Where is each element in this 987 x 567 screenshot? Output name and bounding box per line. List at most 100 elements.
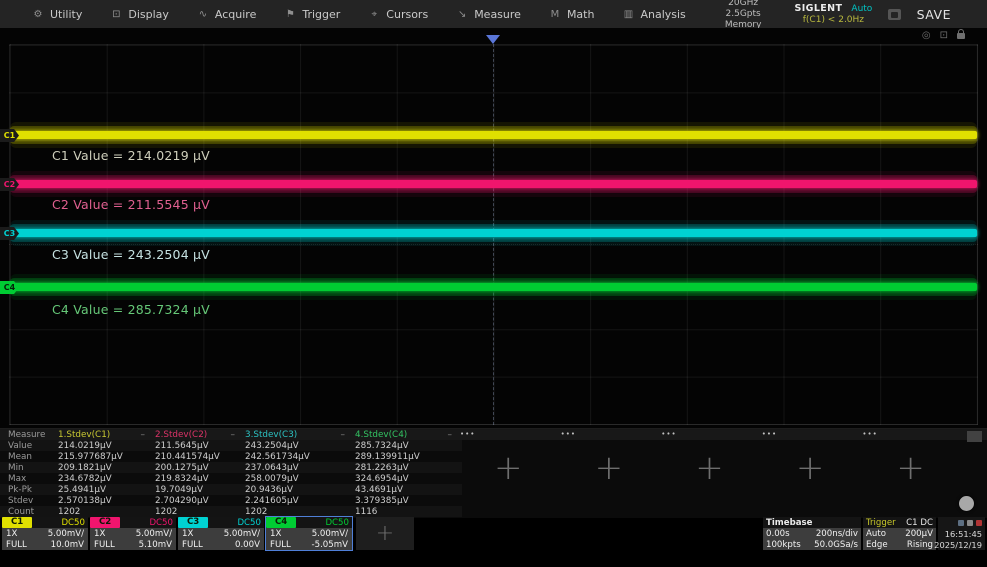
measure-slot-9: ••• + xyxy=(860,429,961,514)
measure-pkpk-row: Pk-Pk 25.4941μV 19.7049μV 20.9436μV 43.4… xyxy=(0,484,462,495)
add-measurement-button[interactable]: + xyxy=(695,453,724,483)
waveform-display[interactable]: ◎ ⊡ C1 C1 Value = 214.0219 μV C2 C2 Valu… xyxy=(0,28,987,428)
measure-max-row: Max 234.6782μV 219.8324μV 258.0079μV 324… xyxy=(0,473,462,484)
add-channel-button[interactable]: + xyxy=(356,517,414,550)
status-icons xyxy=(938,517,985,528)
measure-col3-header: 3.Stdev(C3) – xyxy=(245,430,355,440)
trigger-type: Edge xyxy=(866,540,888,550)
menu-label: Utility xyxy=(50,8,82,21)
measure-collapse-button[interactable]: – xyxy=(341,430,346,440)
add-measurement-button[interactable]: + xyxy=(494,453,523,483)
frequency-counter: f(C1) < 2.0Hz xyxy=(794,15,872,26)
usb-icon xyxy=(967,520,973,526)
coupling-readout: DC50 xyxy=(237,518,264,528)
trigger-slope: Rising xyxy=(907,540,933,550)
menu-bar: ⚙ Utility ⊡ Display ∿ Acquire ⚑ Trigger … xyxy=(0,0,987,29)
datetime-box: 16:51:45 2025/12/19 xyxy=(938,517,985,550)
analysis-icon: ▥ xyxy=(622,9,634,20)
menu-item-measure[interactable]: ↘ Measure xyxy=(450,8,543,21)
trace-c3[interactable] xyxy=(10,229,977,237)
trace-c2[interactable] xyxy=(10,180,977,188)
coupling-readout: DC50 xyxy=(325,518,352,528)
menu-item-trigger[interactable]: ⚑ Trigger xyxy=(278,8,362,21)
measure-collapse-button[interactable]: – xyxy=(231,430,236,440)
trace-c1[interactable] xyxy=(10,131,977,139)
measure-slot-6: ••• + xyxy=(559,429,660,514)
timebase-box[interactable]: Timebase 0.00s200ns/div 100kpts50.0GSa/s xyxy=(763,517,861,550)
menu-item-utility[interactable]: ⚙ Utility xyxy=(26,8,104,21)
trigger-box[interactable]: TriggerC1 DC Auto200μV EdgeRising xyxy=(863,517,936,550)
trace-c4[interactable] xyxy=(10,283,977,291)
menu-item-acquire[interactable]: ∿ Acquire xyxy=(191,8,278,21)
measure-panel-more-button[interactable] xyxy=(959,496,974,511)
lan-icon xyxy=(958,520,964,526)
timebase-scale: 200ns/div xyxy=(816,529,858,539)
trigger-position-indicator[interactable] xyxy=(486,35,500,44)
bandwidth-readout: 20GHz xyxy=(708,0,779,9)
acquire-wave-icon: ∿ xyxy=(197,9,209,20)
trigger-flag-icon: ⚑ xyxy=(284,9,296,20)
measure-header-row: Measure 1.Stdev(C1) – 2.Stdev(C2) – 3.St… xyxy=(0,429,462,440)
measure-collapse-button[interactable]: – xyxy=(141,430,146,440)
add-measurement-button[interactable]: + xyxy=(896,453,925,483)
channel-box-c1[interactable]: C1 DC50 1X5.00mV/ FULL10.0mV xyxy=(2,517,88,550)
channel-box-c2[interactable]: C2 DC50 1X5.00mV/ FULL5.10mV xyxy=(90,517,176,550)
main-menu: ⚙ Utility ⊡ Display ∿ Acquire ⚑ Trigger … xyxy=(0,8,708,21)
menu-label: Measure xyxy=(474,8,521,21)
trigger-label: Trigger xyxy=(866,518,896,528)
measure-stdev-row: Stdev 2.570138μV 2.704290μV 2.241605μV 3… xyxy=(0,495,462,506)
measure-slot-7: ••• + xyxy=(659,429,760,514)
channel-marker-label: C1 xyxy=(4,131,15,140)
measure-panel-expand-button[interactable] xyxy=(967,431,982,442)
channel-marker-label: C2 xyxy=(4,180,15,189)
measure-row-label: Measure xyxy=(8,430,58,440)
channel-marker-label: C4 xyxy=(4,283,15,292)
display-icon: ⊡ xyxy=(110,9,122,20)
slot-options-button[interactable]: ••• xyxy=(862,430,877,438)
menu-item-analysis[interactable]: ▥ Analysis xyxy=(616,8,707,21)
coupling-readout: DC50 xyxy=(61,518,88,528)
menu-label: Acquire xyxy=(215,8,256,21)
trigger-level: 200μV xyxy=(905,529,933,539)
c1-value-annotation: C1 Value = 214.0219 μV xyxy=(52,148,210,163)
channel-tag-c1: C1 xyxy=(2,517,32,528)
menu-label: Analysis xyxy=(640,8,685,21)
clock-time: 16:51:45 xyxy=(945,529,982,539)
timebase-points: 100kpts xyxy=(766,540,801,550)
touch-lock-icon[interactable] xyxy=(957,33,965,39)
menu-item-math[interactable]: M Math xyxy=(543,8,617,21)
clock-date: 2025/12/19 xyxy=(934,540,982,550)
add-measurement-button[interactable]: + xyxy=(595,453,624,483)
math-icon: M xyxy=(549,9,561,20)
sample-rate: 50.0GSa/s xyxy=(814,540,858,550)
oscilloscope-app: ⚙ Utility ⊡ Display ∿ Acquire ⚑ Trigger … xyxy=(0,0,987,567)
fullscreen-icon[interactable]: ⊡ xyxy=(940,31,948,41)
screenshot-icon[interactable]: ◎ xyxy=(922,31,931,41)
screen-quick-icons: ◎ ⊡ xyxy=(922,31,965,41)
menu-item-cursors[interactable]: ⌖ Cursors xyxy=(362,8,450,21)
add-measurement-button[interactable]: + xyxy=(796,453,825,483)
measure-collapse-button[interactable]: – xyxy=(448,430,453,440)
channel-marker-label: C3 xyxy=(4,229,15,238)
slot-options-button[interactable]: ••• xyxy=(762,430,777,438)
save-button[interactable]: SAVE xyxy=(917,7,951,22)
c2-value-annotation: C2 Value = 211.5545 μV xyxy=(52,197,210,212)
channel-box-c4[interactable]: C4 DC50 1X5.00mV/ FULL-5.05mV xyxy=(266,517,352,550)
timebase-delay: 0.00s xyxy=(766,529,790,539)
acquisition-info[interactable]: 20GHz 2.5Gpts Memory xyxy=(708,0,779,31)
trigger-mode: Auto xyxy=(866,529,886,539)
measure-mean-row: Mean 215.977687μV 210.441574μV 242.56173… xyxy=(0,451,462,462)
print-icon[interactable] xyxy=(888,9,900,20)
c3-value-annotation: C3 Value = 243.2504 μV xyxy=(52,247,210,262)
channel-box-c3[interactable]: C3 DC50 1X5.00mV/ FULL0.00V xyxy=(178,517,264,550)
slot-options-button[interactable]: ••• xyxy=(661,430,676,438)
measure-count-row: Count 1202 1202 1202 1116 xyxy=(0,506,462,517)
measure-min-row: Min 209.1821μV 200.1275μV 237.0643μV 281… xyxy=(0,462,462,473)
slot-options-button[interactable]: ••• xyxy=(460,430,475,438)
menu-item-display[interactable]: ⊡ Display xyxy=(104,8,191,21)
gear-icon: ⚙ xyxy=(32,9,44,20)
measure-value-row: Value 214.0219μV 211.5645μV 243.2504μV 2… xyxy=(0,440,462,451)
slot-options-button[interactable]: ••• xyxy=(561,430,576,438)
acq-mode-badge: Auto xyxy=(851,4,872,15)
measure-slot-5: ••• + xyxy=(458,429,559,514)
